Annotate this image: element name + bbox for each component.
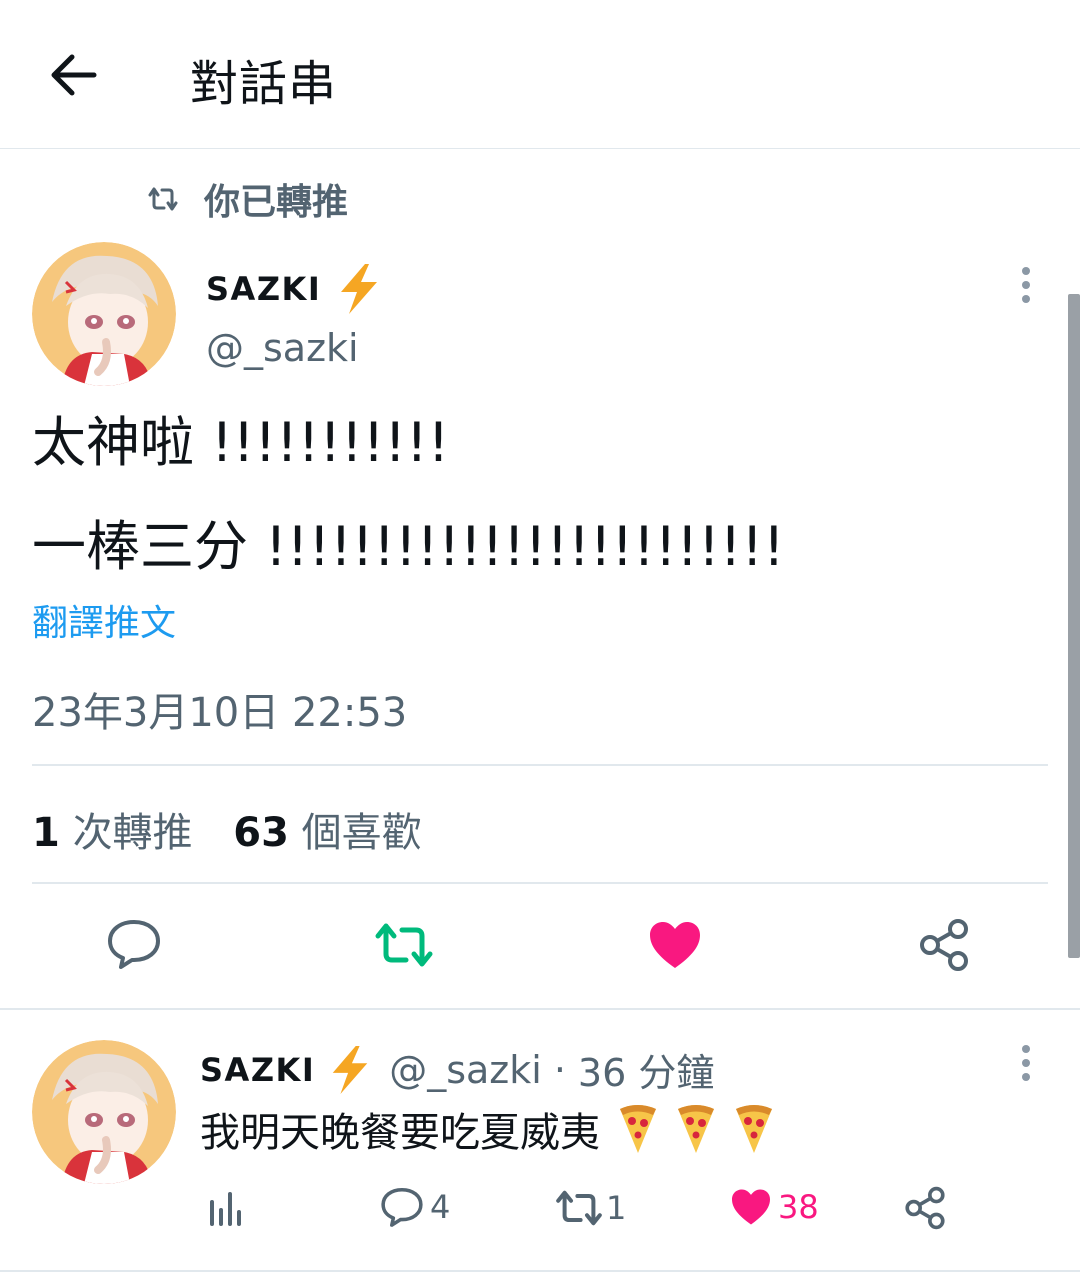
- more-options-button[interactable]: [1018, 266, 1034, 304]
- author-name[interactable]: SAZKI: [206, 270, 321, 308]
- reply-time[interactable]: 36 分鐘: [578, 1042, 714, 1097]
- pizza-emoji-icon: [678, 1105, 714, 1153]
- pizza-emoji-icon: [620, 1105, 656, 1153]
- translate-link[interactable]: 翻譯推文: [32, 594, 176, 646]
- like-button[interactable]: [648, 920, 702, 974]
- analytics-button[interactable]: [208, 1190, 244, 1228]
- heart-icon: [732, 1189, 770, 1225]
- reply-text: 我明天晚餐要吃夏威夷: [200, 1100, 774, 1158]
- like-count: 63: [233, 810, 289, 856]
- retweet-action[interactable]: 1: [554, 1188, 626, 1228]
- retweet-stat[interactable]: 1 次轉推: [32, 810, 193, 856]
- tweet-text-line-1: 太神啦 !!!!!!!!!!!: [32, 411, 450, 474]
- reply-header: SAZKI @_sazki · 36 分鐘: [200, 1042, 714, 1097]
- reply-author-name[interactable]: SAZKI: [200, 1051, 315, 1089]
- back-button[interactable]: [48, 52, 98, 98]
- share-button[interactable]: [918, 918, 970, 976]
- tweet-text-line-2: 一棒三分 !!!!!!!!!!!!!!!!!!!!!!!!: [32, 515, 785, 578]
- reply-button[interactable]: [106, 918, 162, 974]
- heart-icon: [650, 922, 700, 968]
- divider: [32, 764, 1048, 766]
- avatar[interactable]: [32, 242, 176, 386]
- avatar-image: [32, 242, 176, 386]
- retweet-stat-label: 次轉推: [72, 810, 193, 856]
- reply-like-count: 38: [778, 1188, 819, 1226]
- social-context-label: 你已轉推: [204, 182, 349, 223]
- reply-count: 4: [430, 1188, 451, 1226]
- author-handle[interactable]: @_sazki: [206, 326, 359, 370]
- scrollbar-thumb[interactable]: [1068, 294, 1080, 958]
- like-stat-label: 個喜歡: [301, 810, 422, 856]
- retweet-icon: [375, 923, 433, 967]
- retweet-count: 1: [32, 810, 60, 856]
- more-vertical-icon: [1022, 1045, 1030, 1081]
- social-context: 你已轉推: [146, 174, 348, 224]
- avatar[interactable]: [32, 1040, 176, 1184]
- share-icon: [920, 919, 968, 971]
- meta-separator: ·: [553, 1047, 566, 1092]
- divider: [0, 1270, 1080, 1272]
- reply-text-content: 我明天晚餐要吃夏威夷: [200, 1110, 600, 1156]
- retweet-button[interactable]: [374, 920, 434, 974]
- retweet-icon: [556, 1190, 602, 1226]
- analytics-icon: [210, 1192, 241, 1226]
- comment-icon: [108, 920, 160, 969]
- more-vertical-icon: [1022, 267, 1030, 303]
- comment-icon: [381, 1187, 423, 1227]
- share-icon: [905, 1186, 945, 1230]
- like-stat[interactable]: 63 個喜歡: [233, 810, 421, 856]
- avatar-image: [32, 1040, 176, 1184]
- top-bar: 對話串: [0, 0, 1080, 149]
- retweet-icon: [148, 187, 178, 211]
- share-action[interactable]: [904, 1186, 946, 1230]
- reply-author-handle[interactable]: @_sazki: [389, 1048, 542, 1092]
- section-divider: [0, 1008, 1080, 1010]
- tweet-timestamp[interactable]: 23年3月10日 22:53: [32, 680, 407, 738]
- lightning-bolt-icon: [341, 264, 378, 314]
- like-action[interactable]: 38: [730, 1188, 819, 1226]
- pizza-emoji-icon: [736, 1105, 772, 1153]
- reply-action[interactable]: 4: [380, 1186, 450, 1228]
- reply-retweet-count: 1: [606, 1189, 627, 1227]
- more-options-button[interactable]: [1018, 1044, 1034, 1082]
- author-row[interactable]: SAZKI: [206, 262, 383, 316]
- divider: [32, 882, 1048, 884]
- engagement-stats: 1 次轉推 63 個喜歡: [32, 800, 422, 858]
- page-title: 對話串: [190, 56, 338, 112]
- lightning-bolt-icon: [332, 1045, 368, 1094]
- back-arrow-icon: [51, 54, 97, 96]
